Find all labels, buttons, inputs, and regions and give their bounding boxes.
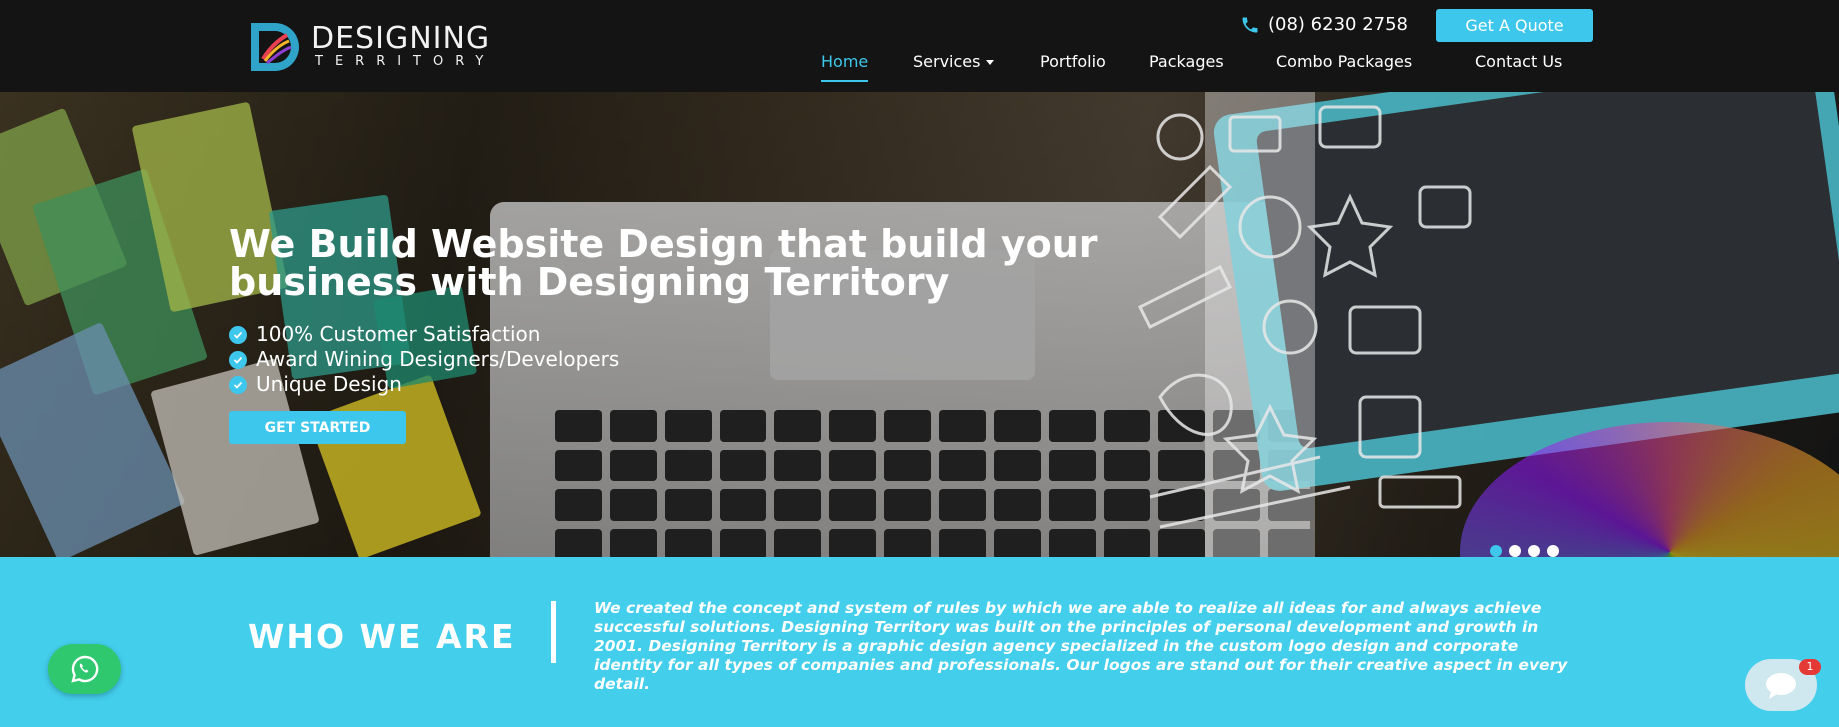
phone-number: (08) 6230 2758 bbox=[1268, 14, 1409, 35]
feature-label: Unique Design bbox=[256, 372, 402, 396]
nav-services-label: Services bbox=[913, 52, 981, 71]
header-phone[interactable]: (08) 6230 2758 bbox=[1240, 14, 1408, 35]
nav-contact-us[interactable]: Contact Us bbox=[1475, 52, 1562, 82]
logo-icon bbox=[247, 19, 303, 75]
check-circle-icon bbox=[229, 375, 247, 394]
check-circle-icon bbox=[229, 350, 247, 369]
slide-dot[interactable] bbox=[1509, 545, 1521, 557]
slide-dot[interactable] bbox=[1547, 545, 1559, 557]
feature-label: 100% Customer Satisfaction bbox=[256, 322, 541, 346]
logo-subname: TERRITORY bbox=[315, 54, 496, 69]
feature-label: Award Wining Designers/Developers bbox=[256, 347, 620, 371]
who-we-are-title: WHO WE ARE bbox=[248, 617, 516, 656]
who-we-are-section: WHO WE ARE We created the concept and sy… bbox=[0, 557, 1839, 727]
design-tools-icons bbox=[1137, 105, 1472, 529]
nav-packages[interactable]: Packages bbox=[1149, 52, 1224, 82]
color-swatch bbox=[308, 374, 482, 557]
hero-features: 100% Customer Satisfaction Award Wining … bbox=[229, 322, 619, 397]
chat-notification-badge: 1 bbox=[1799, 659, 1821, 675]
who-we-are-text: We created the concept and system of rul… bbox=[594, 599, 1568, 693]
feature-item: Award Wining Designers/Developers bbox=[229, 347, 619, 372]
slide-dot[interactable] bbox=[1490, 545, 1502, 557]
nav-portfolio[interactable]: Portfolio bbox=[1040, 52, 1106, 82]
hero-title: We Build Website Design that build your … bbox=[229, 225, 1229, 301]
get-started-button[interactable]: GET STARTED bbox=[229, 411, 406, 444]
whatsapp-button[interactable] bbox=[48, 644, 121, 694]
site-header: DESIGNING TERRITORY (08) 6230 2758 Get A… bbox=[0, 0, 1839, 92]
nav-combo-packages[interactable]: Combo Packages bbox=[1276, 52, 1412, 82]
chat-bubble-icon bbox=[1766, 673, 1796, 699]
hero-title-line: We Build Website Design that build your bbox=[229, 222, 1098, 266]
logo[interactable]: DESIGNING TERRITORY bbox=[247, 19, 495, 75]
get-a-quote-button[interactable]: Get A Quote bbox=[1436, 9, 1593, 42]
nav-services[interactable]: Services bbox=[913, 52, 995, 82]
feature-item: Unique Design bbox=[229, 372, 619, 397]
slide-dot[interactable] bbox=[1528, 545, 1540, 557]
nav-home[interactable]: Home bbox=[821, 52, 869, 82]
check-circle-icon bbox=[229, 325, 247, 344]
section-divider bbox=[551, 601, 556, 663]
slider-pagination bbox=[1490, 545, 1559, 557]
logo-name: DESIGNING bbox=[311, 21, 491, 56]
whatsapp-icon bbox=[70, 655, 98, 683]
hero-slider: We Build Website Design that build your … bbox=[0, 92, 1839, 557]
caret-down-icon bbox=[986, 60, 995, 65]
feature-item: 100% Customer Satisfaction bbox=[229, 322, 619, 347]
phone-icon bbox=[1242, 17, 1258, 32]
hero-title-line: business with Designing Territory bbox=[229, 260, 950, 304]
